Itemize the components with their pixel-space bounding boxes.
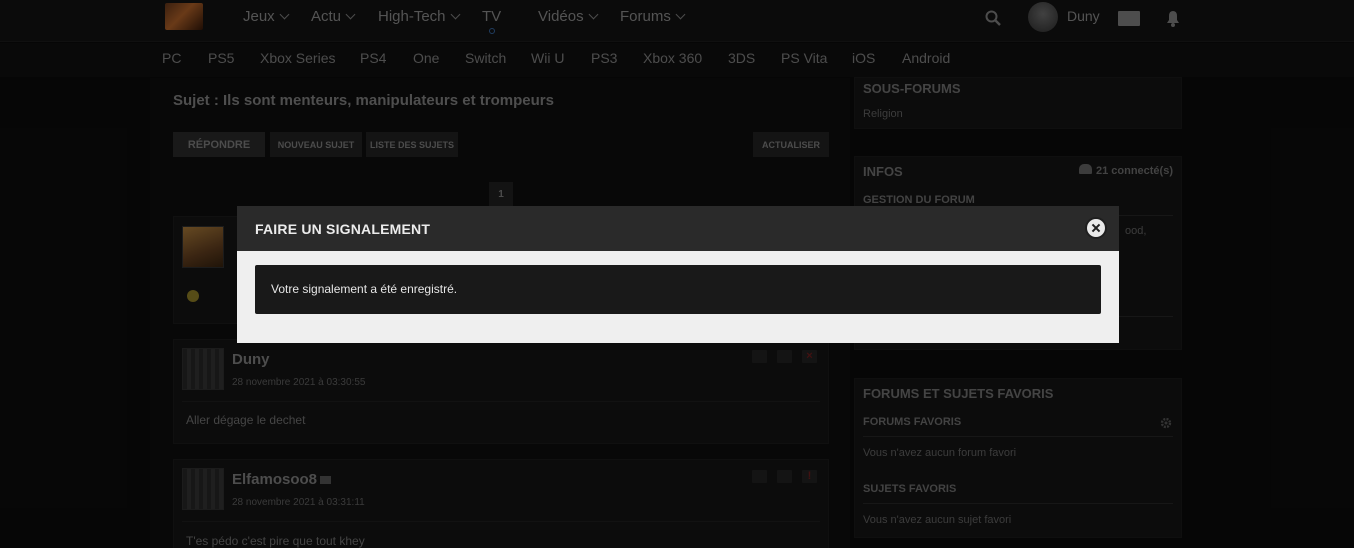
confirmation-message: Votre signalement a été enregistré.: [255, 265, 1101, 314]
close-icon[interactable]: [1085, 217, 1107, 239]
confirmation-text: Votre signalement a été enregistré.: [271, 282, 458, 296]
report-modal: FAIRE UN SIGNALEMENT Votre signalement a…: [237, 206, 1119, 343]
modal-title: FAIRE UN SIGNALEMENT: [255, 221, 431, 237]
modal-header: FAIRE UN SIGNALEMENT: [237, 206, 1119, 251]
